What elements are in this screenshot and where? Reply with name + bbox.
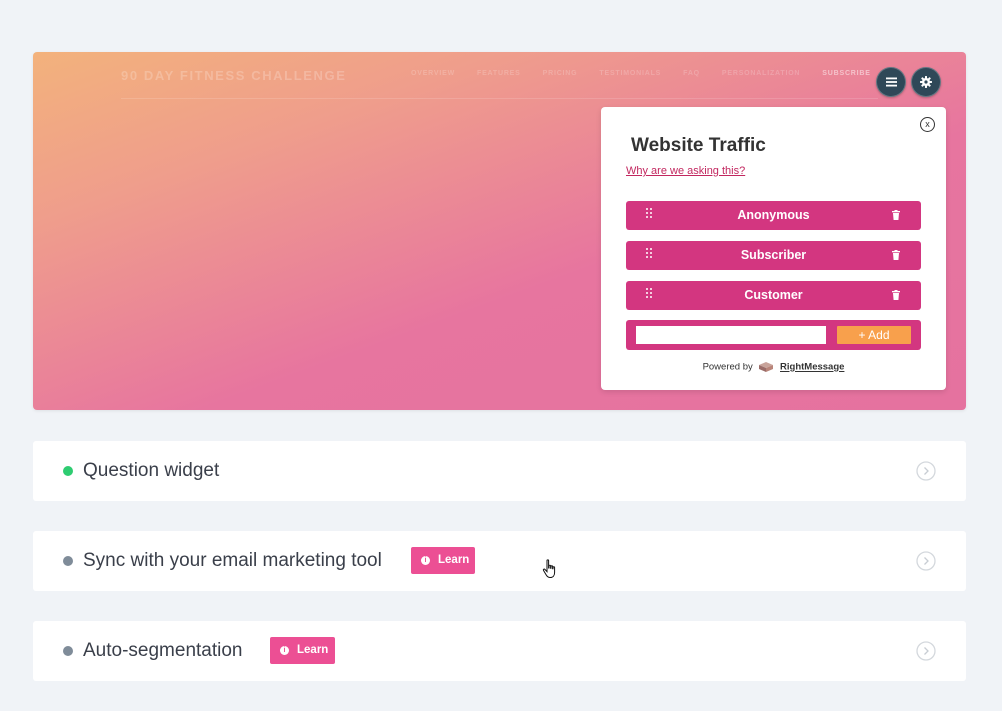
info-icon: i [421, 556, 430, 565]
question-widget-popup: x Website Traffic Why are we asking this… [601, 107, 946, 390]
rightmessage-logo-icon [759, 362, 774, 372]
rightmessage-link[interactable]: RightMessage [780, 362, 844, 373]
add-option-button[interactable]: + Add [837, 326, 911, 344]
chevron-right-icon[interactable] [916, 551, 936, 571]
preview-brand: 90 DAY FITNESS CHALLENGE [121, 68, 347, 83]
card-auto-segmentation[interactable]: Auto-segmentation i Learn [33, 621, 966, 681]
status-dot [63, 646, 73, 656]
card-title: Auto-segmentation [83, 640, 243, 661]
preview-nav-item: FEATURES [477, 70, 521, 77]
add-option-row: + Add [626, 320, 921, 350]
popup-title: Website Traffic [631, 135, 766, 156]
option-subscriber[interactable]: Subscriber [626, 241, 921, 270]
preview-nav-item: PRICING [542, 70, 578, 77]
gear-icon [920, 76, 932, 88]
preview-nav-item: PERSONALIZATION [721, 70, 801, 77]
preview-nav: OVERVIEW FEATURES PRICING TESTIMONIALS F… [411, 70, 871, 77]
chevron-right-icon[interactable] [916, 461, 936, 481]
option-label: Anonymous [737, 208, 810, 222]
preview-nav-item: TESTIMONIALS [599, 70, 662, 77]
card-question-widget[interactable]: Question widget [33, 441, 966, 501]
powered-by-label: Powered by [702, 361, 753, 373]
card-title: Sync with your email marketing tool [83, 550, 382, 571]
powered-by: Powered by RightMessage [601, 361, 946, 373]
hand-cursor-icon [542, 559, 556, 579]
info-icon: i [280, 646, 289, 655]
preview-nav-item: FAQ [683, 70, 700, 77]
new-option-input[interactable] [636, 326, 826, 344]
menu-icon [885, 77, 897, 87]
chevron-right-icon[interactable] [916, 641, 936, 661]
trash-icon[interactable] [892, 210, 900, 220]
preview-nav-item: SUBSCRIBE [822, 70, 871, 77]
trash-icon[interactable] [892, 250, 900, 260]
option-customer[interactable]: Customer [626, 281, 921, 310]
close-icon[interactable]: x [920, 117, 935, 132]
status-dot [63, 466, 73, 476]
trash-icon[interactable] [892, 290, 900, 300]
option-label: Customer [744, 288, 803, 302]
menu-button[interactable] [876, 67, 906, 97]
why-asking-link[interactable]: Why are we asking this? [626, 165, 745, 177]
learn-button[interactable]: i Learn [411, 547, 475, 574]
option-label: Subscriber [740, 248, 807, 262]
status-dot [63, 556, 73, 566]
preview-nav-item: OVERVIEW [411, 70, 456, 77]
learn-label: Learn [438, 554, 470, 566]
option-anonymous[interactable]: Anonymous [626, 201, 921, 230]
card-email-sync[interactable]: Sync with your email marketing tool i Le… [33, 531, 966, 591]
settings-button[interactable] [911, 67, 941, 97]
preview-divider [121, 98, 878, 99]
card-title: Question widget [83, 460, 220, 481]
learn-label: Learn [297, 644, 329, 656]
learn-button[interactable]: i Learn [270, 637, 335, 664]
